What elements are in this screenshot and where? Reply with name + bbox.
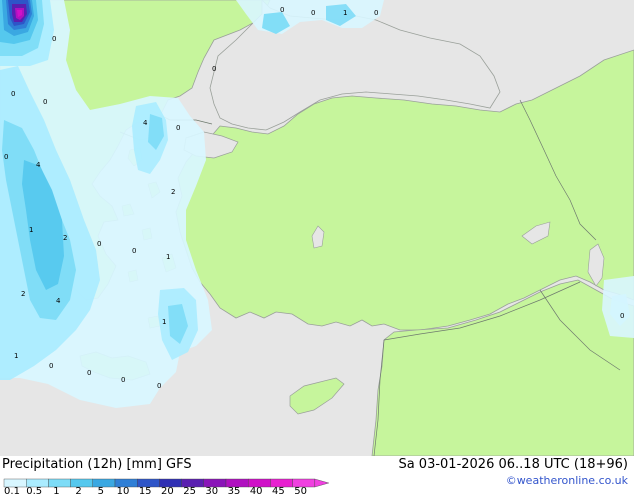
map-label: 1 [162, 318, 166, 326]
legend-tick-label: 0.1 [4, 486, 20, 497]
map-label: 0 [212, 65, 216, 73]
map-label: 0 [52, 35, 56, 43]
legend-tick-label: 2 [75, 486, 82, 497]
map-label: 0 [311, 9, 315, 17]
legend-tick-label: 20 [161, 486, 174, 497]
legend-tick-label: 35 [227, 486, 241, 497]
legend-tick-label: 25 [183, 486, 196, 497]
legend-tick-label: 45 [272, 486, 285, 497]
legend-tick-label: 15 [138, 486, 152, 497]
map-label: 2 [21, 290, 25, 298]
legend-tick-label: 1 [53, 486, 60, 497]
map-label: 1 [14, 352, 18, 360]
map-footer: Precipitation (12h) [mm] GFS Sa 03-01-20… [0, 456, 634, 497]
map-label: 0 [620, 312, 624, 320]
map-label: 0 [280, 6, 284, 14]
legend-tick-label: 50 [294, 486, 307, 497]
legend-tick-label: 0.5 [26, 486, 43, 497]
map-label: 4 [56, 297, 61, 305]
legend-tick-label: 40 [249, 486, 263, 497]
map-label: 0 [157, 382, 161, 390]
map-title: Precipitation (12h) [mm] GFS [2, 457, 192, 472]
map-label: 0 [374, 9, 378, 17]
map-label: 1 [29, 226, 33, 234]
map-label: 0 [87, 369, 91, 377]
credit-link[interactable]: ©weatheronline.co.uk [506, 474, 628, 487]
map-label: 0 [49, 362, 53, 370]
legend-arrow [314, 478, 330, 488]
precipitation-map: 0 0 1 0 0 0 0 0 4 0 4 0 2 1 2 0 0 1 2 4 … [0, 0, 634, 456]
precipitation-legend: 0.1 0.5 1 2 5 10 15 20 25 30 35 40 45 50 [2, 474, 332, 497]
map-label: 0 [4, 153, 8, 161]
map-label: 0 [121, 376, 125, 384]
legend-tick-label: 30 [205, 486, 219, 497]
map-label: 4 [36, 161, 41, 169]
legend-tick-label: 10 [116, 486, 130, 497]
map-label: 0 [11, 90, 15, 98]
map-label: 2 [171, 188, 175, 196]
map-label: 2 [63, 234, 67, 242]
map-label: 4 [143, 119, 148, 127]
map-label: 0 [176, 124, 180, 132]
map-label: 1 [166, 253, 170, 261]
map-label: 0 [97, 240, 101, 248]
legend-tick-label: 5 [97, 486, 104, 497]
map-label: 0 [43, 98, 47, 106]
map-label: 0 [132, 247, 136, 255]
valid-time: Sa 03-01-2026 06..18 UTC (18+96) [398, 457, 628, 472]
map-label: 1 [343, 9, 347, 17]
